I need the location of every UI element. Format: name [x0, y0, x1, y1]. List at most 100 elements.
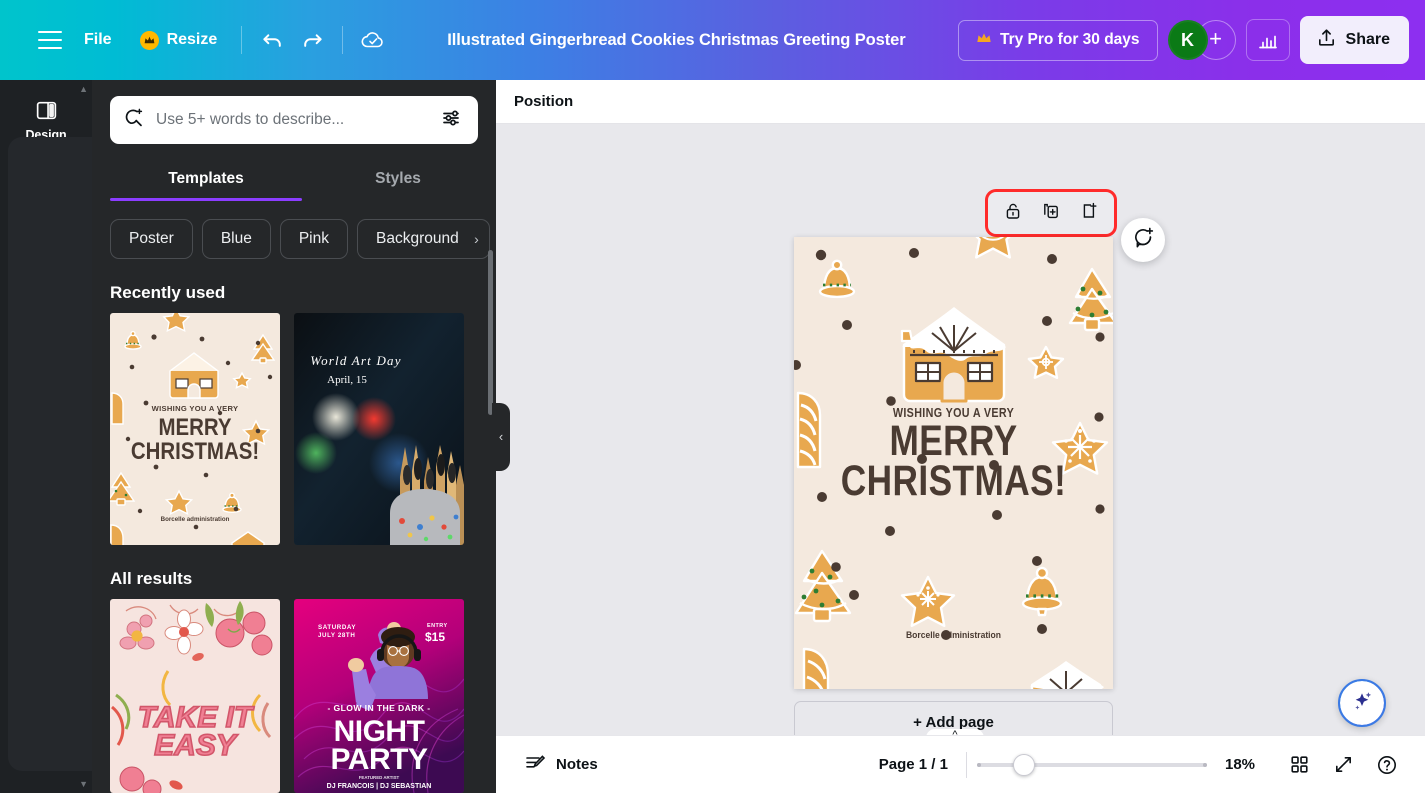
zoom-slider-max-dot [1203, 763, 1207, 767]
top-header-bar: File Resize [0, 0, 1425, 80]
chip-label: Background [376, 230, 459, 247]
try-pro-button[interactable]: Try Pro for 30 days [958, 20, 1158, 61]
share-button[interactable]: Share [1300, 16, 1409, 64]
rail-scroll-down-icon[interactable]: ▼ [79, 779, 88, 789]
svg-text:- GLOW IN THE DARK -: - GLOW IN THE DARK - [328, 703, 431, 713]
main-area: Position [496, 80, 1425, 793]
file-menu-button[interactable]: File [70, 22, 126, 58]
grid-view-icon[interactable] [1279, 746, 1319, 784]
notes-button[interactable]: Notes [514, 745, 608, 785]
svg-text:JULY 28TH: JULY 28TH [318, 632, 355, 639]
expand-arrows-icon[interactable] [1323, 746, 1363, 784]
world-art-day-poster-thumb: World Art Day April, 15 [294, 313, 464, 545]
filter-chips: Poster Blue Pink Background › [92, 201, 496, 259]
cloud-check-icon[interactable] [353, 20, 393, 60]
magic-search-icon [122, 106, 146, 135]
search-input[interactable] [156, 111, 430, 129]
svg-text:EASY: EASY [154, 729, 239, 762]
try-pro-label: Try Pro for 30 days [1000, 31, 1140, 49]
svg-text:CHRISTMAS!: CHRISTMAS! [131, 437, 259, 464]
share-label: Share [1346, 31, 1390, 49]
poster-line-3: CHRISTMAS! [823, 461, 1085, 503]
upload-icon [1316, 27, 1337, 53]
add-page-button[interactable] [1072, 198, 1106, 228]
bottom-status-bar: Notes Page 1 / 1 18% [496, 735, 1425, 793]
avatar[interactable]: K [1168, 20, 1208, 60]
gingerbread-christmas-poster-thumb: WISHING YOU A VERY MERRY CHRISTMAS! Borc… [110, 313, 280, 545]
canvas-area[interactable]: WISHING YOU A VERY MERRY CHRISTMAS! Borc… [496, 124, 1425, 735]
svg-text:PARTY: PARTY [331, 743, 428, 776]
position-button[interactable]: Position [514, 93, 573, 110]
header-divider-1 [241, 26, 242, 54]
design-panel: Templates Styles Poster Blue Pink Backgr… [92, 80, 496, 793]
chevron-right-icon: › [474, 231, 479, 247]
canva-editor-window: File Resize [0, 0, 1425, 793]
list-item[interactable]: SATURDAY JULY 28TH ENTRY $15 - GLOW IN T… [294, 599, 464, 793]
svg-text:FEATURED ARTIST: FEATURED ARTIST [359, 775, 400, 780]
list-item[interactable]: TAKE IT EASY [110, 599, 280, 793]
svg-text:World Art Day: World Art Day [310, 353, 401, 368]
poster-footer-text[interactable]: Borcelle administration [810, 630, 1097, 641]
bottom-right-icons [1279, 746, 1407, 784]
bottom-divider [966, 752, 967, 778]
left-rail: ▲ Design [0, 80, 92, 793]
svg-text:April, 15: April, 15 [327, 374, 367, 386]
svg-text:$15: $15 [425, 630, 445, 644]
list-item[interactable]: World Art Day April, 15 [294, 313, 464, 545]
magic-studio-button[interactable] [1338, 679, 1386, 727]
zoom-slider-thumb[interactable] [1013, 754, 1035, 776]
unlock-button[interactable] [996, 198, 1030, 228]
rail-scroll-up-icon[interactable]: ▲ [79, 84, 88, 94]
zoom-slider[interactable] [977, 755, 1207, 775]
notes-label: Notes [556, 756, 598, 773]
page-indicator[interactable]: Page 1 / 1 [865, 749, 962, 780]
header-divider-2 [342, 26, 343, 54]
list-item[interactable]: WISHING YOU A VERY MERRY CHRISTMAS! Borc… [110, 313, 280, 545]
design-page-1[interactable]: WISHING YOU A VERY MERRY CHRISTMAS! Borc… [794, 237, 1113, 689]
chip-background[interactable]: Background › [357, 219, 490, 259]
zoom-level-label[interactable]: 18% [1207, 756, 1273, 773]
hamburger-icon[interactable] [30, 20, 70, 60]
undo-arrow-icon[interactable] [252, 20, 292, 60]
duplicate-icon [1041, 201, 1061, 226]
chip-poster[interactable]: Poster [110, 219, 193, 259]
header-right-group: Try Pro for 30 days K + Share [958, 16, 1409, 64]
section-title-recently-used: Recently used [92, 259, 496, 313]
svg-text:WISHING YOU A VERY: WISHING YOU A VERY [152, 404, 239, 413]
notes-pencil-icon [524, 752, 546, 778]
poster-canvas[interactable]: WISHING YOU A VERY MERRY CHRISTMAS! Borc… [794, 237, 1113, 689]
section-title-all-results: All results [92, 545, 496, 599]
panel-scrollbar[interactable] [488, 250, 493, 415]
tab-styles[interactable]: Styles [302, 164, 494, 201]
poster-headline-group[interactable]: WISHING YOU A VERY MERRY CHRISTMAS! [794, 406, 1113, 503]
chevron-left-icon: ‹ [499, 429, 503, 444]
layout-panel-icon [34, 97, 59, 123]
panel-tabs: Templates Styles [92, 164, 496, 201]
poster-line-2: MERRY [823, 421, 1085, 461]
zoom-slider-track [977, 763, 1207, 767]
page-float-toolbar [988, 192, 1114, 234]
sliders-filter-icon[interactable] [440, 106, 464, 135]
question-circle-icon[interactable] [1367, 746, 1407, 784]
padlock-open-icon [1003, 201, 1023, 226]
chip-pink[interactable]: Pink [280, 219, 348, 259]
search-area [92, 96, 496, 144]
header-left-group: File Resize [30, 20, 914, 60]
svg-text:Borcelle administration: Borcelle administration [161, 516, 230, 523]
document-title[interactable]: Illustrated Gingerbread Cookies Christma… [439, 25, 913, 56]
resize-button[interactable]: Resize [126, 22, 232, 59]
rail-active-backdrop [8, 137, 92, 771]
collapse-panel-button[interactable]: ‹ [492, 403, 510, 471]
svg-text:MERRY: MERRY [158, 413, 231, 440]
magic-sparkle-icon [1349, 688, 1375, 719]
search-box[interactable] [110, 96, 478, 144]
svg-text:DJ FRANCOIS | DJ SEBASTIAN: DJ FRANCOIS | DJ SEBASTIAN [327, 783, 432, 790]
tab-templates[interactable]: Templates [110, 164, 302, 201]
add-comment-button[interactable] [1121, 218, 1165, 262]
editor-body: ▲ Design [0, 80, 1425, 793]
duplicate-page-button[interactable] [1034, 198, 1068, 228]
redo-arrow-icon[interactable] [292, 20, 332, 60]
chip-blue[interactable]: Blue [202, 219, 271, 259]
bar-chart-icon[interactable] [1246, 19, 1290, 61]
crown-icon [976, 31, 992, 50]
